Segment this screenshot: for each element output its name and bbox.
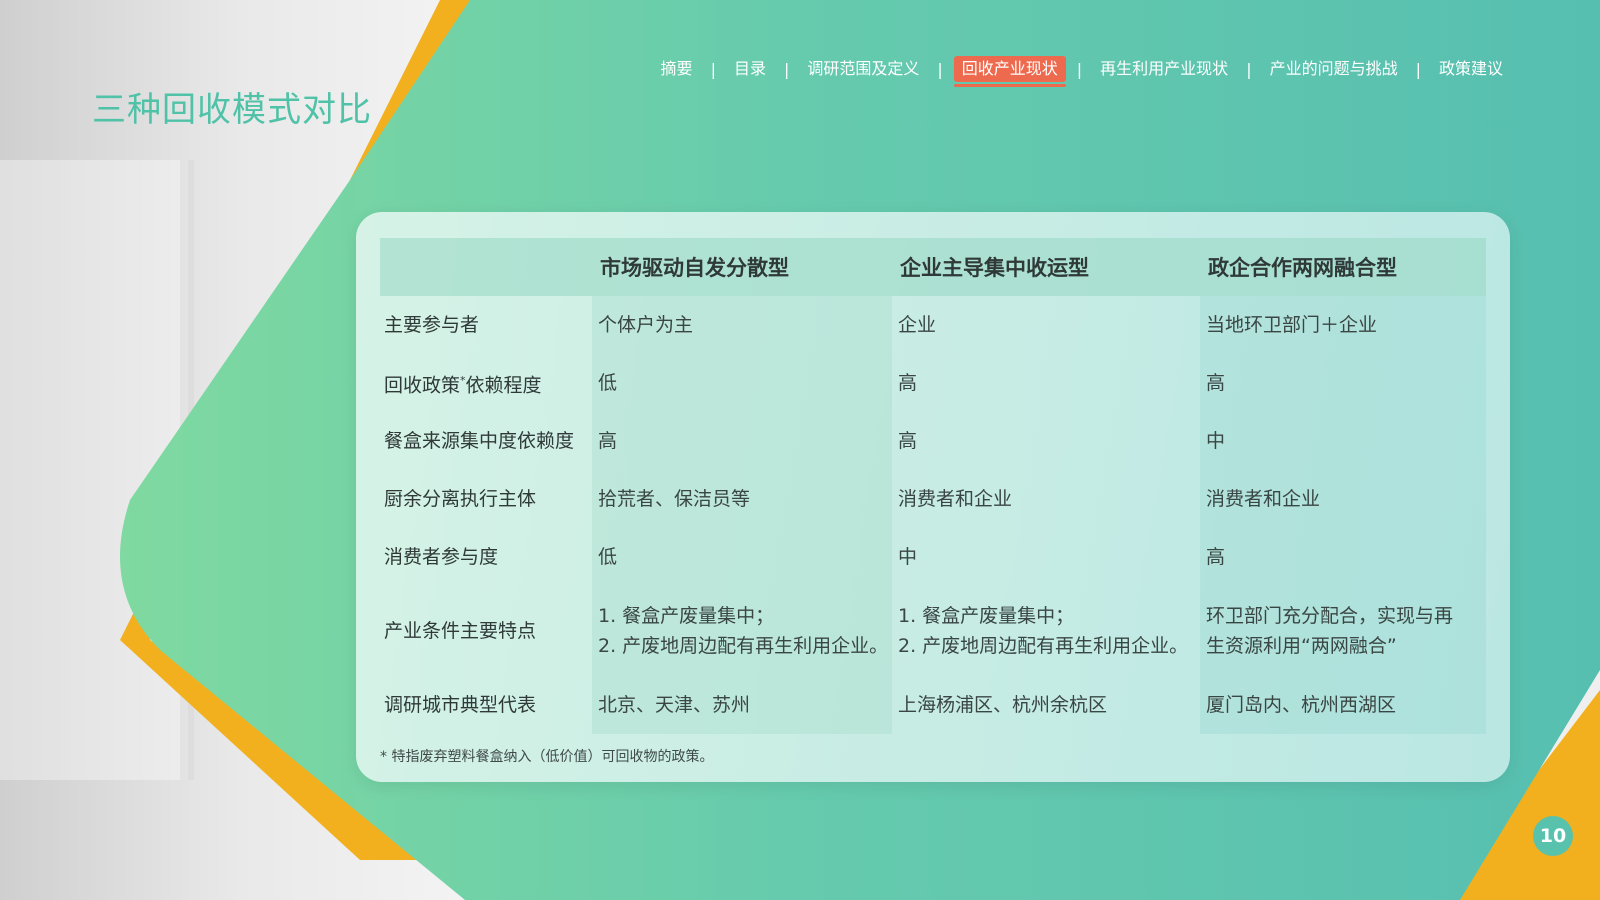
row-label: 回收政策*依赖程度 (380, 354, 592, 412)
table-cell: 拾荒者、保洁员等 (592, 470, 892, 528)
footnote: * 特指废弃塑料餐盒纳入（低价值）可回收物的政策。 (380, 749, 714, 765)
page-number-badge: 10 (1533, 816, 1573, 856)
table-row: 主要参与者 个体户为主 企业 当地环卫部门＋企业 (380, 296, 1486, 354)
nav-item-challenges[interactable]: 产业的问题与挑战 (1263, 56, 1405, 82)
comparison-table: 市场驱动自发分散型 企业主导集中收运型 政企合作两网融合型 主要参与者 个体户为… (380, 238, 1486, 734)
table-cell: 当地环卫部门＋企业 (1200, 296, 1486, 354)
comparison-card: 市场驱动自发分散型 企业主导集中收运型 政企合作两网融合型 主要参与者 个体户为… (356, 212, 1510, 782)
table-cell: 低 (592, 354, 892, 412)
cell-line: 1. 餐盒产废量集中； (598, 605, 775, 627)
table-row: 调研城市典型代表 北京、天津、苏州 上海杨浦区、杭州余杭区 厦门岛内、杭州西湖区 (380, 676, 1486, 734)
table-header-market-driven: 市场驱动自发分散型 (592, 238, 892, 296)
table-cell: 北京、天津、苏州 (592, 676, 892, 734)
table-header-enterprise-led: 企业主导集中收运型 (892, 238, 1200, 296)
table-cell: 高 (1200, 528, 1486, 586)
table-cell: 中 (1200, 412, 1486, 470)
table-cell: 高 (592, 412, 892, 470)
table-row: 消费者参与度 低 中 高 (380, 528, 1486, 586)
table-header-gov-enterprise: 政企合作两网融合型 (1200, 238, 1486, 296)
cell-line: 生资源利用“两网融合” (1206, 635, 1397, 657)
table-row: 产业条件主要特点 1. 餐盒产废量集中； 2. 产废地周边配有再生利用企业。 1… (380, 586, 1486, 676)
table-cell: 1. 餐盒产废量集中； 2. 产废地周边配有再生利用企业。 (892, 586, 1200, 676)
table-cell: 高 (1200, 354, 1486, 412)
nav-item-reuse-status[interactable]: 再生利用产业现状 (1093, 56, 1235, 82)
table-cell: 上海杨浦区、杭州余杭区 (898, 694, 1108, 716)
table-cell: 消费者和企业 (1200, 470, 1486, 528)
row-label-suffix: 依赖程度 (465, 374, 542, 397)
row-label-main: 回收政策 (384, 374, 461, 397)
row-label: 调研城市典型代表 (384, 694, 537, 716)
nav-separator: | (1076, 59, 1083, 79)
cell-line: 2. 产废地周边配有再生利用企业。 (598, 635, 889, 657)
table-header-blank (380, 238, 592, 296)
nav-separator: | (937, 59, 943, 79)
cell-line: 1. 餐盒产废量集中； (898, 605, 1075, 627)
nav-item-policy[interactable]: 政策建议 (1432, 56, 1510, 82)
nav-separator: | (710, 59, 716, 79)
nav-item-contents[interactable]: 目录 (727, 56, 773, 82)
row-label: 消费者参与度 (384, 546, 499, 568)
page-title: 三种回收模式对比 (92, 90, 372, 130)
row-label: 厨余分离执行主体 (384, 488, 537, 510)
nav-item-recycling-status[interactable]: 回收产业现状 (953, 56, 1066, 87)
slide: 三种回收模式对比 摘要 | 目录 | 调研范围及定义 | 回收产业现状 | 再生… (0, 0, 1600, 900)
nav-separator: | (1246, 59, 1252, 79)
nav-item-summary[interactable]: 摘要 (654, 56, 700, 82)
table-row: 厨余分离执行主体 拾荒者、保洁员等 消费者和企业 消费者和企业 (380, 470, 1486, 528)
table-cell: 1. 餐盒产废量集中； 2. 产废地周边配有再生利用企业。 (592, 586, 892, 676)
top-navigation: 摘要 | 目录 | 调研范围及定义 | 回收产业现状 | 再生利用产业现状 | … (654, 56, 1510, 87)
row-label: 主要参与者 (384, 314, 480, 336)
table-row: 餐盒来源集中度依赖度 高 高 中 (380, 412, 1486, 470)
table-cell: 低 (592, 528, 892, 586)
table-header-row: 市场驱动自发分散型 企业主导集中收运型 政企合作两网融合型 (380, 238, 1486, 296)
table-cell: 消费者和企业 (898, 488, 1013, 510)
nav-separator: | (783, 59, 790, 79)
cell-line: 环卫部门充分配合，实现与再 (1206, 605, 1454, 627)
cell-line: 2. 产废地周边配有再生利用企业。 (898, 635, 1189, 657)
table-cell: 企业 (898, 314, 937, 336)
nav-separator: | (1415, 59, 1421, 79)
nav-item-scope[interactable]: 调研范围及定义 (800, 56, 926, 82)
table-cell: 个体户为主 (592, 296, 892, 354)
row-label: 产业条件主要特点 (384, 620, 537, 642)
table-cell: 厦门岛内、杭州西湖区 (1200, 676, 1486, 734)
row-label: 餐盒来源集中度依赖度 (384, 430, 575, 452)
table-row: 回收政策*依赖程度 低 高 高 (380, 354, 1486, 412)
table-cell: 中 (898, 546, 918, 568)
table-cell: 高 (898, 372, 918, 394)
table-cell: 高 (898, 430, 918, 452)
table-cell: 环卫部门充分配合，实现与再 生资源利用“两网融合” (1200, 586, 1486, 676)
